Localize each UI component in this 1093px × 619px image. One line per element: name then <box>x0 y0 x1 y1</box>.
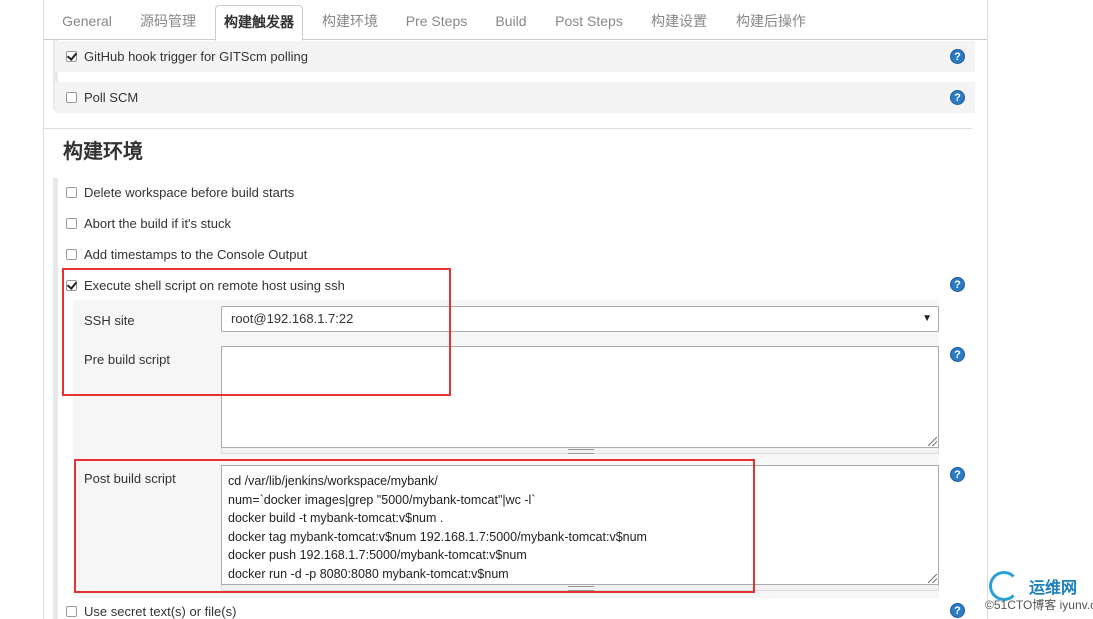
tab-general[interactable]: General <box>54 5 120 38</box>
config-panel: General 源码管理 构建触发器 构建环境 Pre Steps Build … <box>43 0 988 619</box>
help-icon[interactable]: ? <box>950 603 965 618</box>
resize-grip-icon[interactable] <box>928 574 937 583</box>
resize-grip-icon[interactable] <box>928 437 937 446</box>
secret-text-label: Use secret text(s) or file(s) <box>84 604 237 619</box>
github-hook-checkbox[interactable] <box>66 51 77 62</box>
secret-text-checkbox[interactable] <box>66 606 77 617</box>
section-divider <box>44 128 972 129</box>
timestamps-label: Add timestamps to the Console Output <box>84 247 308 262</box>
tab-post-build-actions[interactable]: 构建后操作 <box>728 5 814 38</box>
highlight-box-ssh <box>62 268 451 396</box>
poll-scm-label: Poll SCM <box>84 90 139 105</box>
tab-post-steps[interactable]: Post Steps <box>549 5 629 38</box>
tab-build-triggers[interactable]: 构建触发器 <box>215 5 303 41</box>
help-icon[interactable]: ? <box>950 90 965 105</box>
github-hook-label: GitHub hook trigger for GITScm polling <box>84 49 308 64</box>
delete-workspace-label: Delete workspace before build starts <box>84 185 295 200</box>
help-icon[interactable]: ? <box>950 277 965 292</box>
highlight-box-post-build <box>74 459 755 593</box>
delete-workspace-option[interactable]: Delete workspace before build starts <box>66 185 294 200</box>
section-heading-build-environment: 构建环境 <box>63 141 143 163</box>
textarea-resize-handle[interactable] <box>221 448 939 454</box>
help-icon[interactable]: ? <box>950 49 965 64</box>
tab-pre-steps[interactable]: Pre Steps <box>399 5 474 38</box>
timestamps-checkbox[interactable] <box>66 249 77 260</box>
poll-scm-checkbox[interactable] <box>66 92 77 103</box>
tab-source-control[interactable]: 源码管理 <box>132 5 204 38</box>
abort-stuck-checkbox[interactable] <box>66 218 77 229</box>
abort-stuck-label: Abort the build if it's stuck <box>84 216 231 231</box>
dropdown-arrow-icon: ▼ <box>922 313 932 324</box>
tab-build-settings[interactable]: 构建设置 <box>643 5 715 38</box>
poll-scm-option[interactable]: Poll SCM <box>66 90 138 105</box>
section-indicator <box>53 178 58 619</box>
timestamps-option[interactable]: Add timestamps to the Console Output <box>66 247 307 262</box>
delete-workspace-checkbox[interactable] <box>66 187 77 198</box>
secret-text-option[interactable]: Use secret text(s) or file(s) <box>66 604 236 619</box>
tab-bar: General 源码管理 构建触发器 构建环境 Pre Steps Build … <box>44 0 987 41</box>
tab-build[interactable]: Build <box>488 5 534 38</box>
abort-stuck-option[interactable]: Abort the build if it's stuck <box>66 216 231 231</box>
watermark: 运维网 ©51CTO博客 iyunv.com <box>985 566 1093 619</box>
watermark-cn: 运维网 <box>1029 580 1078 597</box>
help-icon[interactable]: ? <box>950 467 965 482</box>
tab-build-environment[interactable]: 构建环境 <box>314 5 386 38</box>
help-icon[interactable]: ? <box>950 347 965 362</box>
watermark-en: ©51CTO博客 iyunv.com <box>985 598 1093 612</box>
github-hook-option[interactable]: GitHub hook trigger for GITScm polling <box>66 49 308 64</box>
trigger-row-poll <box>55 82 975 113</box>
